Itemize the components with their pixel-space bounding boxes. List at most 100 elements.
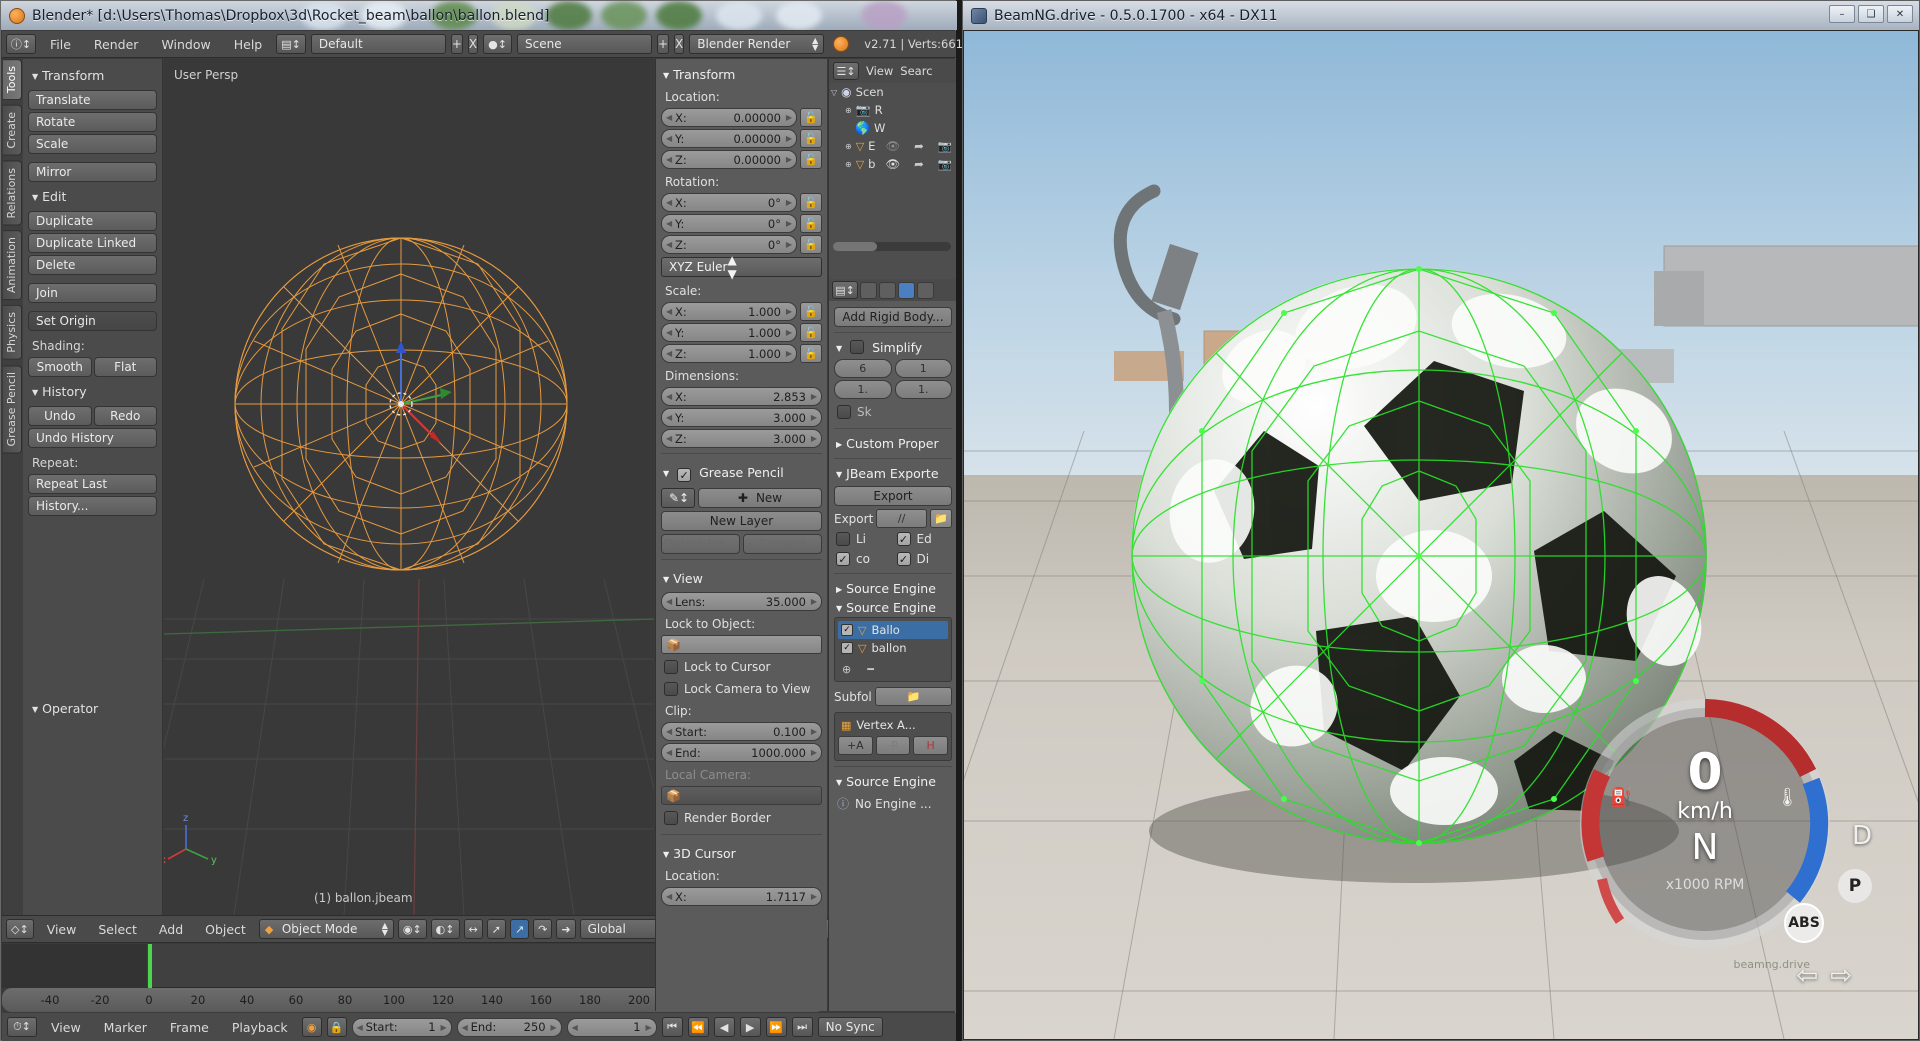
selectable-cursor-icon[interactable]: ➦: [914, 139, 924, 153]
screen-layout-icon[interactable]: ▤↕: [276, 34, 306, 54]
jbeam-check-co[interactable]: ✓ co: [834, 550, 892, 568]
jbeam-export-button[interactable]: Export: [834, 486, 952, 506]
menu-file[interactable]: File: [41, 35, 80, 54]
simplify-subdivision-field[interactable]: 6: [834, 359, 892, 378]
jump-end-icon[interactable]: ⏭: [791, 1017, 813, 1037]
jbeam-check-ed[interactable]: ✓ Ed: [895, 530, 953, 548]
cursor-x-field[interactable]: ◀ X: 1.7117 ▶: [661, 887, 822, 906]
panel-3d-cursor-header[interactable]: ▼ 3D Cursor: [661, 840, 822, 865]
scale-x-field[interactable]: ◀ X: 1.000 ▶: [661, 302, 797, 321]
button-scale[interactable]: Scale: [28, 134, 157, 154]
rotation-y-field[interactable]: ◀ Y: 0° ▶: [661, 214, 797, 233]
button-undo-history[interactable]: Undo History: [28, 428, 157, 448]
button-redo[interactable]: Redo: [93, 406, 157, 426]
location-y-field[interactable]: ◀ Y: 0.00000 ▶: [661, 129, 797, 148]
world-tab-icon[interactable]: [917, 281, 934, 299]
scale-z-field[interactable]: ◀ Z: 1.000 ▶: [661, 344, 797, 363]
lock-location-y-icon[interactable]: 🔓: [800, 129, 822, 148]
render-engine-selector[interactable]: Blender Render ▲ ▼: [689, 34, 825, 54]
expand-icon[interactable]: ⊕: [845, 142, 852, 151]
render-camera-icon[interactable]: 📷: [938, 139, 952, 153]
jbeam-check-ed-checkbox[interactable]: ✓: [896, 532, 911, 546]
panel-source-engine-expanded-header[interactable]: ▼ Source Engine: [834, 598, 952, 617]
tab-physics[interactable]: Physics: [3, 305, 22, 360]
button-delete[interactable]: Delete: [28, 255, 157, 275]
lock-rotation-y-icon[interactable]: 🔓: [800, 214, 822, 233]
lock-rotation-x-icon[interactable]: 🔓: [800, 193, 822, 212]
snap-magnet-icon[interactable]: ↔: [463, 919, 483, 939]
grease-pencil-checkbox[interactable]: ✓: [677, 468, 692, 482]
outliner-row-scene[interactable]: ▽ ◉ Scen: [829, 83, 956, 101]
simplify-skip-row[interactable]: Sk: [834, 401, 952, 423]
translate-manipulator-icon[interactable]: ➚: [486, 919, 506, 939]
export-path-field[interactable]: //: [876, 509, 927, 528]
panel-grease-pencil-header[interactable]: ▼ ✓ Grease Pencil: [661, 459, 822, 486]
add-scene-button[interactable]: +: [656, 34, 670, 54]
blender-titlebar[interactable]: Blender* [d:\Users\Thomas\Dropbox\3d\Roc…: [1, 1, 957, 30]
scale-y-field[interactable]: ◀ Y: 1.000 ▶: [661, 323, 797, 342]
timeline-menu-view[interactable]: View: [42, 1018, 90, 1037]
lock-scale-x-icon[interactable]: 🔓: [800, 302, 822, 321]
render-camera-icon[interactable]: 📷: [938, 157, 952, 171]
3d-view-editor-icon[interactable]: ◇↕: [6, 919, 34, 939]
group-item-checkbox[interactable]: ✓: [841, 624, 853, 636]
outliner-editor-icon[interactable]: ☰↕: [833, 62, 859, 80]
pivot-point-icon[interactable]: ◐↕: [430, 919, 460, 939]
vertex-remove-button[interactable]: -R: [875, 736, 911, 755]
vertex-animation-row[interactable]: ▦ Vertex A...: [838, 716, 948, 734]
lock-location-z-icon[interactable]: 🔓: [800, 150, 822, 169]
panel-simplify-header[interactable]: ▼ Simplify: [834, 338, 952, 357]
sync-mode-selector[interactable]: No Sync: [817, 1017, 883, 1037]
remove-group-icon[interactable]: ━: [867, 663, 874, 676]
grease-pencil-delete-frame-button[interactable]: Delete Fra...: [661, 534, 740, 554]
simplify-ao-field[interactable]: 1.: [834, 380, 892, 399]
group-item-checkbox[interactable]: ✓: [841, 642, 853, 654]
minimize-button[interactable]: –: [1829, 5, 1855, 23]
panel-custom-properties-header[interactable]: ▶ Custom Proper: [834, 434, 952, 453]
jump-start-icon[interactable]: ⏮: [661, 1017, 683, 1037]
folder-icon[interactable]: 📁: [930, 509, 952, 528]
panel-source-engine-3-header[interactable]: ▼ Source Engine: [834, 772, 952, 791]
list-item[interactable]: ✓ ▽ ballon: [838, 639, 948, 657]
rotation-x-field[interactable]: ◀ X: 0° ▶: [661, 193, 797, 212]
next-keyframe-icon[interactable]: ⏩: [765, 1017, 787, 1037]
auto-key-icon[interactable]: ◉: [301, 1017, 322, 1037]
export-group-list[interactable]: ✓ ▽ Ballo ✓ ▽ ballon ⊕ ━: [834, 617, 952, 682]
grease-pencil-convert-button[interactable]: Convert: [743, 534, 822, 554]
viewport-menu-object[interactable]: Object: [196, 920, 255, 939]
viewport-menu-view[interactable]: View: [38, 920, 86, 939]
render-border-checkbox[interactable]: [664, 811, 678, 825]
button-duplicate[interactable]: Duplicate: [28, 211, 157, 231]
expand-icon[interactable]: ⊕: [845, 106, 852, 115]
frame-end-field[interactable]: ◀ End: 250 ▶: [456, 1017, 562, 1037]
add-layout-button[interactable]: +: [450, 34, 463, 54]
lock-scale-y-icon[interactable]: 🔓: [800, 323, 822, 342]
remove-layout-button[interactable]: X: [467, 34, 479, 54]
timeline-menu-playback[interactable]: Playback: [223, 1018, 297, 1037]
menu-render[interactable]: Render: [85, 35, 148, 54]
menu-help[interactable]: Help: [225, 35, 272, 54]
outliner-editor[interactable]: ☰↕ View Searc ▽ ◉ Scen ⊕ 📷 R 🌎 W ⊕ ▽ E 👁…: [829, 59, 956, 279]
selectable-cursor-icon[interactable]: ➦: [914, 157, 924, 171]
clip-end-field[interactable]: ◀ End: 1000.000 ▶: [661, 743, 822, 762]
location-z-field[interactable]: ◀ Z: 0.00000 ▶: [661, 150, 797, 169]
maximize-button[interactable]: ❑: [1858, 5, 1884, 23]
outliner-row-mesh-2[interactable]: ⊕ ▽ b 👁 ➦ 📷: [829, 155, 956, 173]
play-reverse-icon[interactable]: ◀: [713, 1017, 735, 1037]
button-mirror[interactable]: Mirror: [28, 162, 157, 182]
button-history[interactable]: History...: [28, 496, 157, 516]
screen-layout-selector[interactable]: Default: [310, 34, 446, 54]
grease-pencil-new-layer-button[interactable]: New Layer: [661, 511, 822, 531]
lock-rotation-z-icon[interactable]: 🔓: [800, 235, 822, 254]
grease-pencil-new-button[interactable]: ✚ New: [698, 488, 822, 508]
frame-start-field[interactable]: ◀ Start: 1 ▶: [351, 1017, 452, 1037]
viewport-menu-add[interactable]: Add: [150, 920, 192, 939]
panel-view-header[interactable]: ▼ View: [661, 565, 822, 590]
timeline-playhead[interactable]: [148, 944, 152, 988]
add-group-icon[interactable]: ⊕: [842, 663, 851, 676]
object-mode-selector[interactable]: ◆ Object Mode ▲ ▼: [258, 919, 394, 939]
add-rigid-body-button[interactable]: Add Rigid Body...: [834, 307, 952, 327]
lock-location-x-icon[interactable]: 🔓: [800, 108, 822, 127]
subfolder-field[interactable]: 📁: [874, 687, 952, 706]
section-history[interactable]: ▼ History: [28, 379, 157, 404]
